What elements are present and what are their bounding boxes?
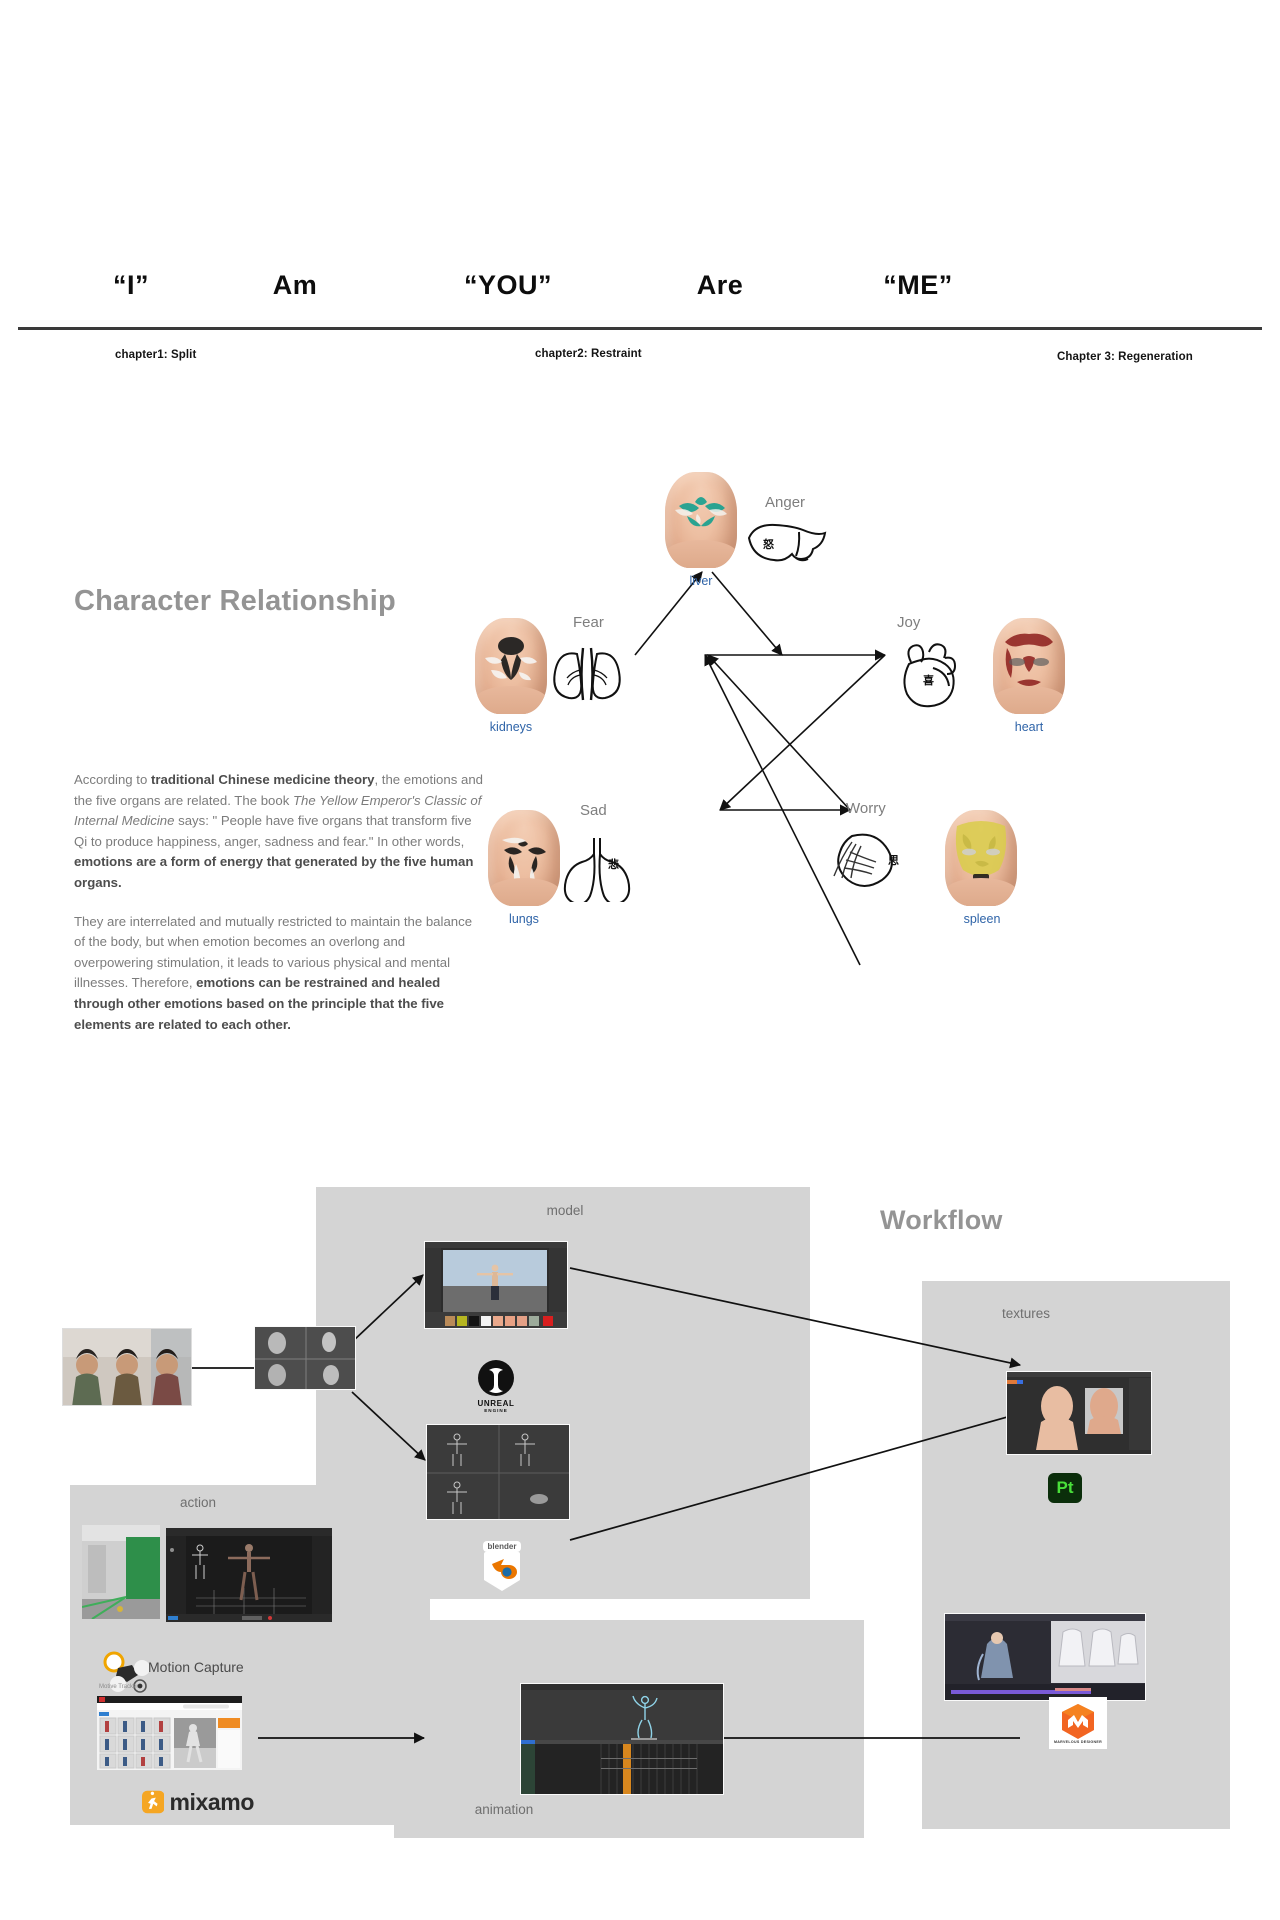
character-relationship-body: According to traditional Chinese medicin…: [74, 770, 484, 1035]
emotion-label-anger: Anger: [765, 494, 806, 511]
motion-capture-caption: Motion Capture: [148, 1659, 244, 1675]
liver-icon: [747, 523, 827, 562]
emotion-label-worry: Worry: [846, 800, 886, 817]
unreal-logo-name: UNREAL: [477, 1399, 515, 1408]
title-word-you: “YOU”: [463, 270, 552, 300]
organ-label-lungs: lungs: [509, 912, 539, 926]
blender-logo-icon: [484, 1551, 520, 1591]
panel-label-action: action: [179, 1495, 217, 1510]
face-paint-red: [1005, 633, 1053, 686]
body-paragraph-2: They are interrelated and mutually restr…: [74, 913, 473, 1032]
mocap-studio-image: [82, 1525, 160, 1619]
face-paint-black-tears: [502, 837, 546, 890]
marvelous-designer-name: MARVELOUS DESIGNER: [1053, 1740, 1103, 1744]
marvelous-designer-logo-icon: [1062, 1704, 1094, 1739]
face-paint-yellow: [955, 821, 1007, 881]
emotion-label-joy: Joy: [897, 614, 921, 631]
title-word-am: Am: [272, 270, 318, 300]
marvelous-designer-logo: MARVELOUS DESIGNER: [1049, 1697, 1107, 1749]
substance-painter-logo: Pt: [1047, 1472, 1083, 1504]
organ-label-heart: heart: [1014, 720, 1044, 734]
head-sculpture-lungs: [488, 810, 560, 906]
reference-photo-image: [63, 1329, 191, 1405]
animation-timeline-viewport: [520, 1683, 724, 1795]
title-word-are: Are: [696, 270, 744, 300]
spleen-icon: [833, 833, 893, 887]
mixamo-logo-name: mixamo: [169, 1788, 254, 1815]
zbrush-sculpt-quadview: [254, 1326, 356, 1390]
face-paint-black-white: [485, 637, 537, 681]
workflow-heading: Workflow: [880, 1205, 1003, 1235]
hanzi-anger: 怒: [763, 538, 774, 551]
mixamo-logo: mixamo: [142, 1786, 254, 1818]
hanzi-joy: 喜: [923, 674, 934, 687]
unreal-viewport-image: [425, 1242, 567, 1328]
body-paragraph-1: According to traditional Chinese medicin…: [74, 772, 483, 890]
head-sculpture-liver: [665, 472, 737, 568]
chapter-label-1: chapter1: Split: [115, 349, 197, 361]
mixamo-window: [97, 1696, 242, 1770]
mixamo-logo-icon: [142, 1790, 165, 1814]
hanzi-worry: 思: [888, 854, 899, 867]
poster-page: “I” Am “YOU” Are “ME” chapter1: Split ch…: [0, 0, 1280, 1920]
blender-logo: blender: [476, 1535, 528, 1597]
panel-label-animation: animation: [474, 1802, 534, 1817]
unreal-logo-icon: [478, 1360, 514, 1396]
unreal-engine-viewport: [424, 1241, 568, 1329]
substance-painter-image: [1007, 1372, 1151, 1454]
head-sculpture-kidneys: [475, 618, 547, 714]
unreal-engine-logo: UNREAL ENGINE: [466, 1355, 526, 1417]
head-sculpture-heart: [993, 618, 1065, 714]
kidneys-icon: [553, 647, 621, 701]
marvelous-designer-image: [945, 1614, 1145, 1700]
header-divider-rule: [18, 327, 1262, 330]
face-paint-teal: [675, 497, 727, 527]
hanzi-sad: 悲: [608, 858, 619, 871]
blender-rig-quadview: [426, 1424, 570, 1520]
unreal-logo-sub: ENGINE: [484, 1408, 508, 1413]
head-sculpture-spleen: [945, 810, 1017, 906]
mixamo-window-image: [97, 1696, 242, 1770]
chapter-label-3: Chapter 3: Regeneration: [1057, 351, 1193, 363]
mocap-software-window: [166, 1528, 332, 1622]
title-word-me: “ME”: [883, 270, 953, 300]
substance-painter-viewport: [1006, 1371, 1152, 1455]
organ-label-kidneys: kidneys: [489, 720, 533, 734]
panel-label-model: model: [546, 1203, 584, 1218]
animation-timeline-image: [521, 1684, 723, 1794]
blender-rig-image: [427, 1425, 569, 1519]
lungs-icon: [563, 838, 631, 902]
organ-label-liver: liver: [689, 574, 713, 588]
emotion-label-sad: Sad: [580, 802, 607, 819]
chapter-label-2: chapter2: Restraint: [535, 348, 642, 360]
sculpt-quadview-image: [255, 1327, 355, 1389]
emotion-label-fear: Fear: [573, 614, 604, 631]
substance-painter-abbr: Pt: [1056, 1478, 1074, 1497]
mocap-studio-photo: [82, 1525, 160, 1619]
marvelous-designer-viewport: [944, 1613, 1146, 1701]
five-elements-pentagram: liver Anger 怒 kidneys Fear heart Joy 喜 l…: [475, 472, 1280, 1120]
reference-photo-strip: [62, 1328, 192, 1406]
organ-label-spleen: spleen: [963, 912, 1001, 926]
mocap-software-image: [166, 1528, 332, 1622]
panel-label-textures: textures: [1001, 1306, 1051, 1321]
motive-tracker-caption: Motive Tracker: [99, 1684, 139, 1690]
chapter-title-row: “I” Am “YOU” Are “ME”: [0, 270, 1280, 316]
title-word-i: “I”: [112, 270, 149, 300]
character-relationship-heading: Character Relationship: [74, 585, 396, 617]
